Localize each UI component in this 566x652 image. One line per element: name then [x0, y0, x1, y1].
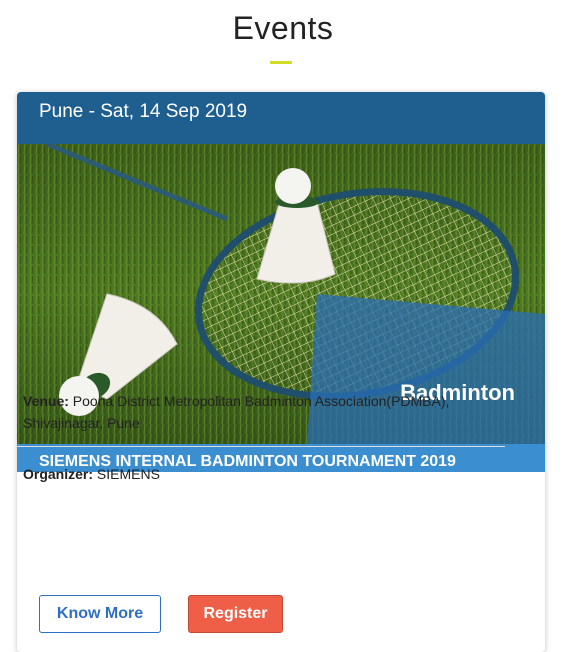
know-more-button[interactable]: Know More: [39, 595, 161, 633]
event-location-date: Pune - Sat, 14 Sep 2019: [39, 101, 248, 122]
organizer-row: Organizer: SIEMENS: [17, 447, 505, 501]
event-date-header: Pune - Sat, 14 Sep 2019: [17, 92, 545, 144]
venue-value: Poona District Metropolitan Badminton As…: [23, 393, 450, 431]
page-title: Events: [232, 10, 334, 46]
organizer-label: Organizer:: [23, 466, 94, 482]
venue-row: Venue: Poona District Metropolitan Badmi…: [17, 382, 505, 446]
venue-label: Venue:: [23, 393, 69, 409]
event-details: Venue: Poona District Metropolitan Badmi…: [17, 382, 505, 501]
title-underline: [270, 61, 292, 64]
event-card: Pune - Sat, 14 Sep 2019 Badminton SIEMEN…: [17, 92, 545, 652]
register-button[interactable]: Register: [188, 595, 283, 633]
organizer-value: SIEMENS: [93, 466, 160, 482]
